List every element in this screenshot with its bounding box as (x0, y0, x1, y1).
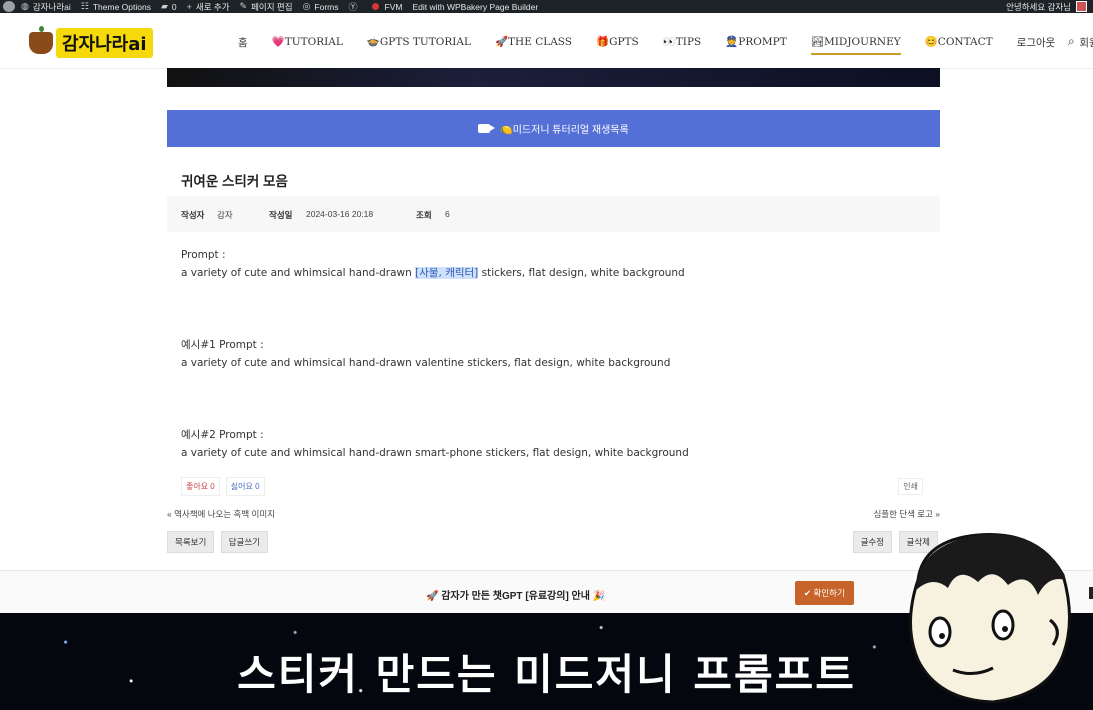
date-label: 작성일 (269, 210, 293, 220)
notice-message[interactable]: 🚀 감자가 만든 챗GPT [유료강의] 안내 🎉 (426, 587, 605, 602)
forms-icon: ◎ (302, 1, 311, 11)
nav-midjourney[interactable]: 🏞MIDJOURNEY (810, 35, 901, 55)
prompt-text: a variety of cute and whimsical hand-dra… (181, 267, 685, 279)
admin-edit-page[interactable]: ✎ 페이지 편집 (240, 1, 293, 13)
next-post-link[interactable]: 심플한 단색 로고 » (873, 508, 940, 520)
nav-gpts-tutorial[interactable]: 🍲GPTS TUTORIAL (367, 35, 471, 50)
example2-label: 예시#2 Prompt : (181, 429, 264, 441)
nav-prompt[interactable]: 👮PROMPT (725, 35, 786, 50)
cartoon-face-icon (909, 533, 1071, 704)
search-icon[interactable]: ⌕ (1068, 34, 1075, 49)
nav-tutorial[interactable]: 💗TUTORIAL (272, 35, 343, 50)
nav-tips[interactable]: 👀TIPS (663, 35, 701, 50)
nav-member-info[interactable]: 회원정보 (1079, 35, 1093, 50)
example1-label: 예시#1 Prompt : (181, 339, 264, 351)
like-button[interactable]: 좋아요 0 (181, 477, 220, 496)
views-count: 6 (445, 209, 450, 219)
reply-button[interactable]: 답글쓰기 (220, 531, 269, 553)
prompt-block: Prompt : a variety of cute and whimsical… (181, 246, 685, 282)
main-nav: 홈 💗TUTORIAL 🍲GPTS TUTORIAL 🚀THE CLASS 🎁G… (238, 34, 1093, 55)
playlist-button[interactable]: 🍋미드저니 튜터리얼 재생목록 (167, 110, 940, 147)
example2-block: 예시#2 Prompt : a variety of cute and whim… (181, 426, 689, 462)
admin-yoast[interactable]: Ⓨ (349, 0, 362, 13)
prev-post-link[interactable]: « 역사책에 나오는 흑백 이미지 (167, 509, 275, 519)
confirm-button[interactable]: ✔ 확인하기 (795, 581, 854, 605)
video-camera-icon (478, 124, 496, 133)
potato-logo-icon (29, 26, 53, 54)
sliders-icon: ☷ (80, 1, 89, 11)
hero-banner (167, 68, 940, 87)
site-header: 감자나라ai 홈 💗TUTORIAL 🍲GPTS TUTORIAL 🚀THE C… (0, 13, 1093, 69)
edit-button[interactable]: 글수정 (852, 531, 893, 553)
post-title: 귀여운 스티커 모음 (181, 174, 288, 189)
status-dot-icon (371, 3, 379, 10)
list-button[interactable]: 목록보기 (167, 531, 215, 553)
pencil-icon: ✎ (239, 1, 248, 11)
example1-text: a variety of cute and whimsical hand-dra… (181, 357, 671, 369)
admin-theme-options[interactable]: ☷ Theme Options (81, 1, 151, 12)
comment-icon: ▰ (160, 1, 168, 11)
nav-home[interactable]: 홈 (238, 35, 248, 50)
prompt-label: Prompt : (181, 249, 226, 261)
dislike-button[interactable]: 싫어요 0 (225, 477, 265, 496)
post-date: 2024-03-16 20:18 (306, 209, 374, 219)
example2-text: a variety of cute and whimsical hand-dra… (181, 447, 689, 459)
example1-block: 예시#1 Prompt : a variety of cute and whim… (181, 336, 670, 372)
dashboard-icon: ◍ (21, 1, 29, 11)
post-meta: 작성자 감자 작성일 2024-03-16 20:18 조회 6 (167, 196, 940, 232)
admin-fvm[interactable]: FVM (385, 2, 403, 12)
site-logo[interactable]: 감자나라ai (29, 26, 153, 58)
selected-text[interactable]: [사물, 캐릭터] (415, 267, 479, 279)
admin-bar: ◍ 감자나라ai ☷ Theme Options ▰ 0 + 새로 추가 ✎ 페이지 편집… (0, 0, 1093, 13)
admin-site-link[interactable]: ◍ 감자나라ai (21, 1, 71, 13)
admin-new[interactable]: + 새로 추가 (187, 1, 230, 13)
scroll-edge (1089, 587, 1093, 599)
nav-contact[interactable]: 😊CONTACT (925, 35, 993, 50)
wordpress-logo-icon[interactable] (3, 1, 15, 12)
author-label: 작성자 (181, 210, 205, 220)
admin-forms[interactable]: ◎ Forms (303, 1, 339, 12)
yoast-icon: Ⓨ (348, 2, 358, 12)
reactions: 좋아요 0 싫어요 0 (181, 477, 271, 496)
admin-comments[interactable]: ▰ 0 (161, 1, 177, 12)
nav-the-class[interactable]: 🚀THE CLASS (495, 35, 572, 50)
views-label: 조회 (416, 210, 432, 220)
admin-wpbakery[interactable]: Edit with WPBakery Page Builder (412, 2, 538, 12)
nav-gpts[interactable]: 🎁GPTS (596, 35, 639, 50)
plus-icon: + (186, 1, 192, 12)
nav-logout[interactable]: 로그아웃 (1017, 35, 1056, 50)
admin-account[interactable]: 안녕하세요 감자님 (1006, 0, 1087, 13)
avatar[interactable] (1076, 1, 1087, 12)
board-buttons: 목록보기 답글쓰기 글수정 글삭제 (167, 531, 940, 553)
print-button[interactable]: 인쇄 (898, 478, 923, 495)
post-navigation: « 역사책에 나오는 흑백 이미지 심플한 단색 로고 » (167, 508, 940, 520)
author-name: 감자 (217, 210, 233, 220)
